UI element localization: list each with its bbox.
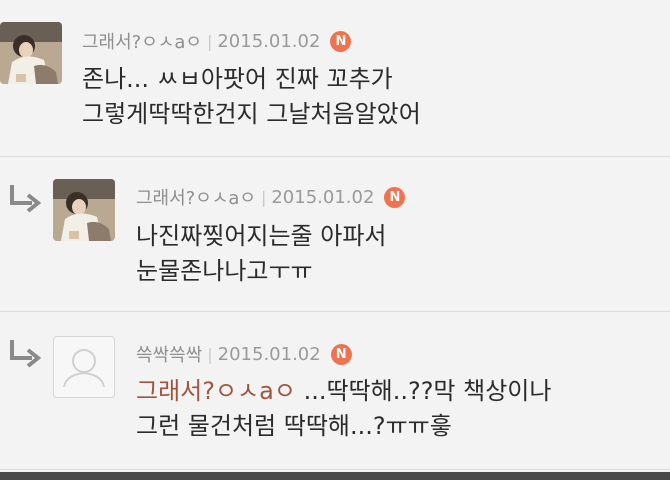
comment-date: 2015.01.02 [217, 30, 321, 52]
new-badge: N [330, 343, 352, 365]
reply-item: 그래서?ㅇㅅaㅇ | 2015.01.02 N 나진짜찢어지는줄 아파서 눈물존… [0, 157, 670, 312]
mention-link[interactable]: 그래서?ㅇㅅaㅇ [136, 377, 296, 405]
comment-line: 그래서?ㅇㅅaㅇ ...딱딱해..??막 책상이나 [136, 374, 551, 409]
author-name[interactable]: 그래서?ㅇㅅaㅇ [136, 184, 256, 210]
avatar[interactable] [0, 22, 62, 84]
comment-line: 그렇게딱딱한건지 그날처음알았어 [82, 100, 421, 128]
reply-arrow-icon [6, 183, 42, 215]
comment-line: 눈물존나나고ㅜㅠ [136, 257, 313, 285]
comment-date: 2015.01.02 [271, 186, 375, 208]
author-name[interactable]: 쓱싹쓱싹 [136, 341, 202, 367]
author-name[interactable]: 그래서?ㅇㅅaㅇ [82, 28, 202, 54]
comment-date: 2015.01.02 [217, 343, 321, 365]
comment-item: 그래서?ㅇㅅaㅇ | 2015.01.02 N 존나... ㅆㅂ아팟어 진짜 꼬… [0, 0, 670, 157]
comment-body: 존나... ㅆㅂ아팟어 진짜 꼬추가 그렇게딱딱한건지 그날처음알았어 [82, 62, 421, 132]
comment-body: 나진짜찢어지는줄 아파서 눈물존나나고ㅜㅠ [136, 219, 387, 289]
default-profile-icon[interactable] [53, 336, 115, 398]
new-badge: N [384, 186, 406, 208]
comment-meta: 쓱싹쓱싹 | 2015.01.02 N [136, 341, 352, 367]
comment-line: 그런 물건처럼 딱딱해...?ㅠㅠ흫 [136, 412, 452, 440]
separator: | [206, 31, 213, 51]
comment-line: 존나... ㅆㅂ아팟어 진짜 꼬추가 [82, 65, 393, 93]
new-badge: N [330, 30, 352, 52]
comment-text: ...딱딱해..??막 책상이나 [295, 377, 552, 405]
separator: | [207, 344, 213, 364]
reply-item: 쓱싹쓱싹 | 2015.01.02 N 그래서?ㅇㅅaㅇ ...딱딱해..??막… [0, 312, 670, 470]
bottom-bar [0, 472, 670, 480]
comment-meta: 그래서?ㅇㅅaㅇ | 2015.01.02 N [82, 28, 352, 54]
comment-body: 그래서?ㅇㅅaㅇ ...딱딱해..??막 책상이나 그런 물건처럼 딱딱해...… [136, 374, 551, 444]
avatar[interactable] [53, 179, 115, 241]
comment-line: 나진짜찢어지는줄 아파서 [136, 222, 387, 250]
separator: | [260, 187, 267, 207]
reply-arrow-icon [6, 338, 42, 370]
comment-meta: 그래서?ㅇㅅaㅇ | 2015.01.02 N [136, 184, 406, 210]
comment-thread: 그래서?ㅇㅅaㅇ | 2015.01.02 N 존나... ㅆㅂ아팟어 진짜 꼬… [0, 0, 670, 480]
